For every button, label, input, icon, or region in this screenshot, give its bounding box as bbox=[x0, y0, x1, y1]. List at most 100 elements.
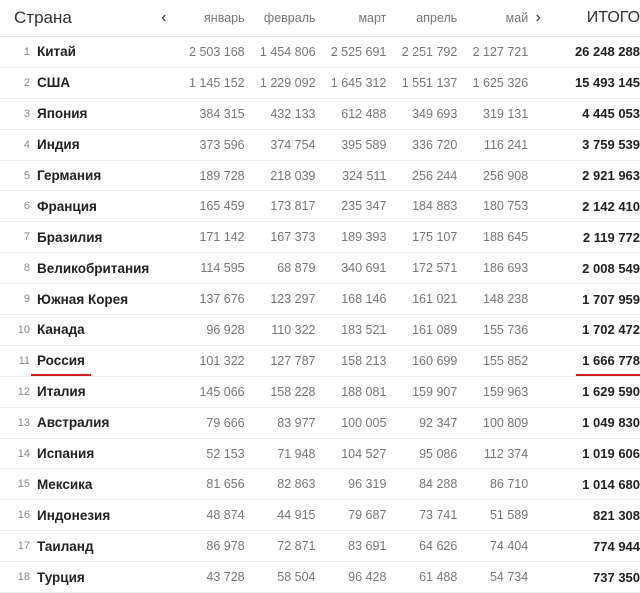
month-value: 73 741 bbox=[419, 508, 458, 523]
month-value: 1 551 137 bbox=[401, 75, 458, 90]
country-name: Турция bbox=[37, 569, 85, 585]
row-rank: 10 bbox=[17, 323, 30, 336]
row-rank: 8 bbox=[23, 262, 30, 275]
country-name: Бразилия bbox=[37, 229, 103, 245]
country-name: Индия bbox=[37, 137, 80, 153]
table-row: 3 Япония 384 315 432 133 612 488 349 693 319 1… bbox=[0, 99, 640, 130]
month-value: 218 039 bbox=[270, 168, 316, 183]
month-value: 167 373 bbox=[270, 230, 316, 245]
month-value: 137 676 bbox=[199, 292, 245, 307]
month-value: 43 728 bbox=[206, 570, 245, 585]
month-value: 336 720 bbox=[412, 137, 458, 152]
month-value: 2 127 721 bbox=[472, 44, 529, 59]
month-value: 1 625 326 bbox=[472, 75, 529, 90]
month-value: 168 146 bbox=[341, 292, 387, 307]
month-value: 158 228 bbox=[270, 384, 316, 399]
month-value: 188 645 bbox=[483, 230, 529, 245]
total-column-header: ИТОГО bbox=[586, 9, 640, 26]
month-value: 61 488 bbox=[419, 570, 458, 585]
table-row: 4 Индия 373 596 374 754 395 589 336 720 116 24… bbox=[0, 130, 640, 161]
total-value: 1 629 590 bbox=[582, 384, 640, 400]
country-name: Индонезия bbox=[37, 507, 111, 523]
month-value: 83 977 bbox=[277, 415, 316, 430]
total-value: 1 666 778 bbox=[576, 353, 640, 377]
month-value: 159 907 bbox=[412, 384, 458, 399]
month-value: 2 251 792 bbox=[401, 44, 458, 59]
country-name: Мексика bbox=[37, 476, 93, 492]
month-value: 384 315 bbox=[199, 106, 245, 121]
country-name: Канада bbox=[37, 322, 85, 338]
month-value: 161 021 bbox=[412, 292, 458, 307]
month-value: 92 347 bbox=[419, 415, 458, 430]
month-value: 58 504 bbox=[277, 570, 316, 585]
country-name: Австралия bbox=[37, 415, 110, 431]
row-rank: 15 bbox=[17, 478, 30, 491]
row-rank: 9 bbox=[23, 293, 30, 306]
chevron-right-icon[interactable]: › bbox=[536, 9, 541, 27]
month-value: 127 787 bbox=[270, 353, 316, 368]
month-value: 1 454 806 bbox=[259, 44, 316, 59]
month-value: 100 809 bbox=[483, 415, 529, 430]
month-value: 172 571 bbox=[412, 261, 458, 276]
country-name: Япония bbox=[37, 106, 88, 122]
month-value: 612 488 bbox=[341, 106, 387, 121]
total-value: 1 014 680 bbox=[582, 476, 640, 492]
table-row: 14 Испания 52 153 71 948 104 527 95 086 112 37… bbox=[0, 439, 640, 470]
table-row: 11 Россия 101 322 127 787 158 213 160 699 155 … bbox=[0, 346, 640, 377]
month-value: 188 081 bbox=[341, 384, 387, 399]
row-rank: 3 bbox=[23, 107, 30, 120]
month-value: 2 525 691 bbox=[330, 44, 387, 59]
total-value: 1 707 959 bbox=[582, 291, 640, 307]
table-row: 7 Бразилия 171 142 167 373 189 393 175 107 188… bbox=[0, 222, 640, 254]
month-value: 235 347 bbox=[341, 199, 387, 214]
month-value: 186 693 bbox=[483, 261, 529, 276]
month-value: 74 404 bbox=[489, 539, 529, 554]
table-row: 18 Турция 43 728 58 504 96 428 61 488 54 734 73… bbox=[0, 562, 640, 593]
month-value: 155 852 bbox=[483, 353, 529, 368]
month-value: 160 699 bbox=[412, 353, 458, 368]
month-value: 96 928 bbox=[206, 322, 245, 337]
sales-table: Страна ‹ январь февраль март апрель май … bbox=[0, 0, 640, 593]
table-row: 16 Индонезия 48 874 44 915 79 687 73 741 51 58… bbox=[0, 500, 640, 532]
total-value: 774 944 bbox=[593, 538, 640, 554]
month-value: 123 297 bbox=[270, 292, 316, 307]
month-value: 1 229 092 bbox=[259, 75, 316, 90]
table-row: 9 Южная Корея 137 676 123 297 168 146 161 021… bbox=[0, 284, 640, 316]
total-value: 15 493 145 bbox=[574, 75, 640, 91]
table-header: Страна ‹ январь февраль март апрель май … bbox=[0, 0, 640, 37]
month-value: 148 238 bbox=[483, 292, 529, 307]
row-rank: 16 bbox=[17, 509, 30, 522]
month-value: 72 871 bbox=[277, 539, 316, 554]
country-name: Италия bbox=[37, 384, 86, 400]
month-value: 173 817 bbox=[270, 199, 316, 214]
month-value: 82 863 bbox=[277, 477, 316, 492]
month-header-0: январь bbox=[204, 11, 245, 25]
month-value: 116 241 bbox=[483, 137, 529, 152]
month-value: 112 374 bbox=[483, 446, 529, 461]
month-value: 319 131 bbox=[483, 106, 529, 121]
chevron-left-icon[interactable]: ‹ bbox=[161, 9, 166, 27]
month-value: 86 710 bbox=[489, 477, 529, 492]
table-row: 2 США 1 145 152 1 229 092 1 645 312 1 551 137… bbox=[0, 68, 640, 99]
month-header-3: апрель bbox=[416, 11, 458, 25]
month-value: 79 687 bbox=[348, 508, 387, 523]
month-value: 104 527 bbox=[341, 446, 387, 461]
month-value: 79 666 bbox=[206, 415, 245, 430]
month-value: 373 596 bbox=[199, 137, 245, 152]
month-value: 71 948 bbox=[277, 446, 316, 461]
month-value: 155 736 bbox=[483, 322, 529, 337]
table-row: 5 Германия 189 728 218 039 324 511 256 244 256… bbox=[0, 161, 640, 192]
month-value: 84 288 bbox=[419, 477, 458, 492]
month-value: 161 089 bbox=[412, 322, 458, 337]
country-name: Россия bbox=[31, 353, 91, 377]
month-value: 158 213 bbox=[341, 353, 387, 368]
month-value: 145 066 bbox=[199, 384, 245, 399]
row-rank: 11 bbox=[18, 354, 30, 367]
total-value: 2 119 772 bbox=[582, 229, 640, 245]
country-name: Германия bbox=[37, 168, 102, 183]
month-value: 2 503 168 bbox=[189, 44, 245, 59]
month-value: 101 322 bbox=[199, 353, 245, 368]
month-value: 83 691 bbox=[348, 539, 387, 554]
country-name: Китай bbox=[37, 44, 76, 60]
total-value: 1 702 472 bbox=[582, 322, 640, 338]
